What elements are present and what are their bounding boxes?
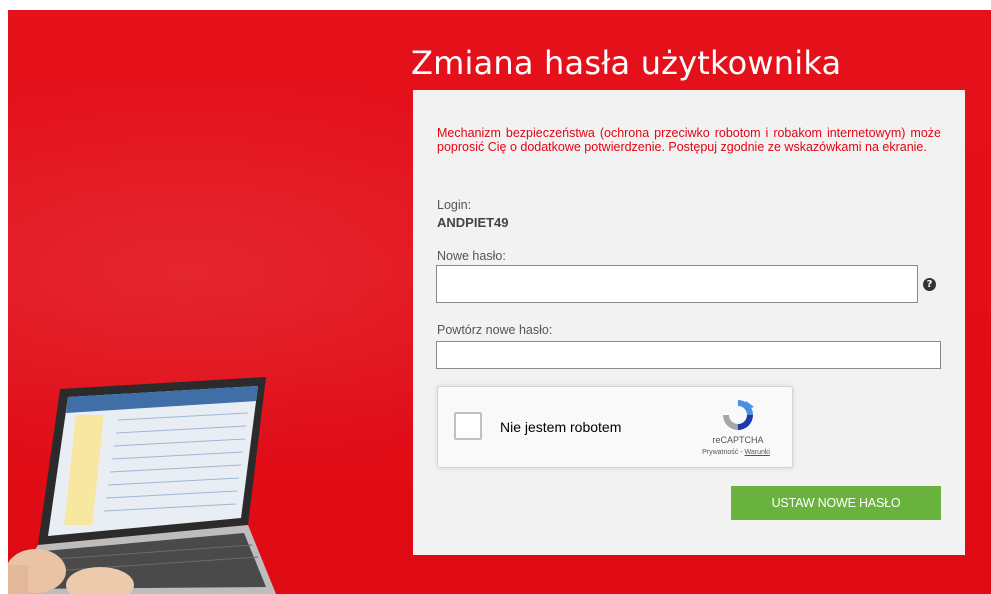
recaptcha-widget: Nie jestem robotem reCAPTCHA Prywatność … — [437, 386, 793, 468]
page-title: Zmiana hasła użytkownika — [411, 44, 842, 82]
recaptcha-checkbox[interactable] — [454, 412, 482, 440]
recaptcha-brand: reCAPTCHA — [712, 435, 764, 445]
set-new-password-button[interactable]: USTAW NOWE HASŁO — [731, 486, 941, 520]
repeat-password-label: Powtórz nowe hasło: — [437, 323, 553, 337]
terms-link[interactable]: Warunki — [745, 449, 770, 456]
security-notice: Mechanizm bezpieczeństwa (ochrona przeci… — [437, 126, 941, 154]
help-icon[interactable]: ? — [923, 278, 936, 291]
login-value: ANDPIET49 — [437, 215, 509, 230]
recaptcha-links: Prywatność - Warunki — [678, 449, 794, 456]
recaptcha-label: Nie jestem robotem — [500, 419, 622, 435]
repeat-password-input[interactable] — [436, 341, 941, 369]
login-label: Login: — [437, 198, 472, 212]
new-password-input[interactable] — [436, 265, 918, 303]
password-change-panel: Mechanizm bezpieczeństwa (ochrona przeci… — [413, 90, 965, 555]
recaptcha-icon — [723, 400, 754, 430]
laptop-illustration — [8, 377, 276, 594]
new-password-label: Nowe hasło: — [437, 249, 506, 263]
privacy-link[interactable]: Prywatność — [702, 449, 738, 456]
